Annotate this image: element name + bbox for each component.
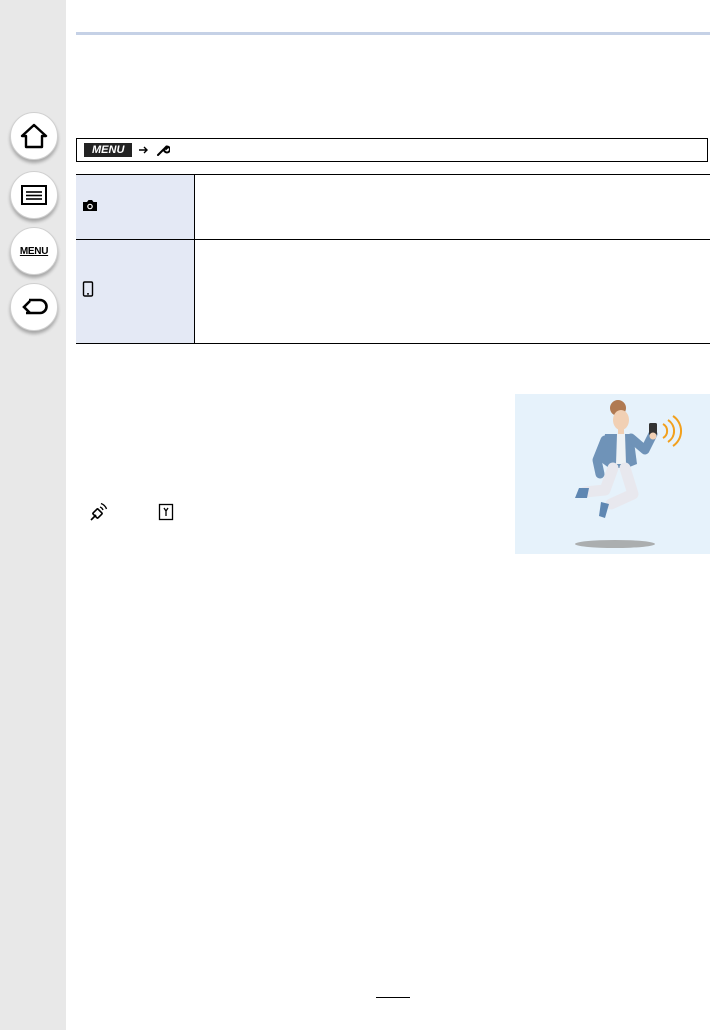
table-label-cell (76, 174, 195, 240)
table-desc-cell (194, 239, 710, 344)
menu-icon: MENU (19, 245, 49, 257)
page-number-rule (376, 997, 410, 1012)
table-row (76, 239, 710, 344)
table-desc-cell (194, 174, 710, 240)
menu-badge: MENU (84, 143, 133, 157)
smartphone-icon (82, 281, 94, 297)
wrench-icon (157, 145, 171, 156)
settings-table (76, 174, 710, 344)
nfc-antenna-icon (90, 502, 108, 521)
person-illustration (575, 400, 682, 548)
menu-button[interactable]: MENU (10, 227, 58, 275)
camera-icon (83, 199, 97, 211)
table-row (76, 174, 710, 240)
home-icon (20, 123, 48, 149)
return-icon (22, 298, 48, 315)
menu-path-bar: MENU (76, 138, 708, 162)
back-button[interactable] (10, 283, 58, 331)
contents-button[interactable] (10, 171, 58, 219)
home-button[interactable] (10, 112, 58, 160)
nfc-mark-icon (158, 503, 174, 521)
arrow-icon (139, 146, 149, 154)
header-rule (76, 32, 710, 35)
table-label-cell (76, 239, 195, 344)
list-icon (21, 185, 47, 205)
illustration-person-smartphone (515, 394, 710, 554)
inline-icons (88, 501, 174, 523)
sidebar: MENU (0, 0, 66, 1030)
